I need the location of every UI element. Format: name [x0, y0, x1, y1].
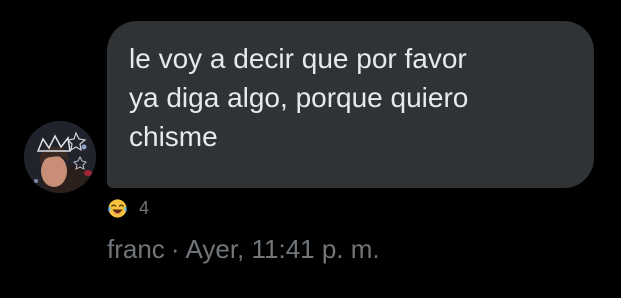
- sender-avatar[interactable]: [24, 121, 96, 193]
- sender-name: franc: [107, 234, 165, 264]
- message-text-line-2: ya diga algo, porque quiero: [129, 82, 469, 113]
- message-meta: franc · Ayer, 11:41 p. m.: [107, 233, 380, 265]
- face-with-tears-of-joy-icon: [108, 198, 127, 218]
- message-text-line-3: chisme: [129, 121, 218, 152]
- reaction-count: 4: [139, 198, 150, 218]
- meta-separator: ·: [170, 234, 180, 264]
- avatar-image: [24, 121, 96, 193]
- reaction-pill[interactable]: 4: [107, 197, 149, 219]
- message-text: le voy a decir que por favor ya diga alg…: [129, 39, 574, 156]
- message-timestamp: Ayer, 11:41 p. m.: [185, 234, 380, 264]
- message-text-line-1: le voy a decir que por favor: [129, 43, 467, 74]
- message-bubble[interactable]: le voy a decir que por favor ya diga alg…: [107, 21, 594, 188]
